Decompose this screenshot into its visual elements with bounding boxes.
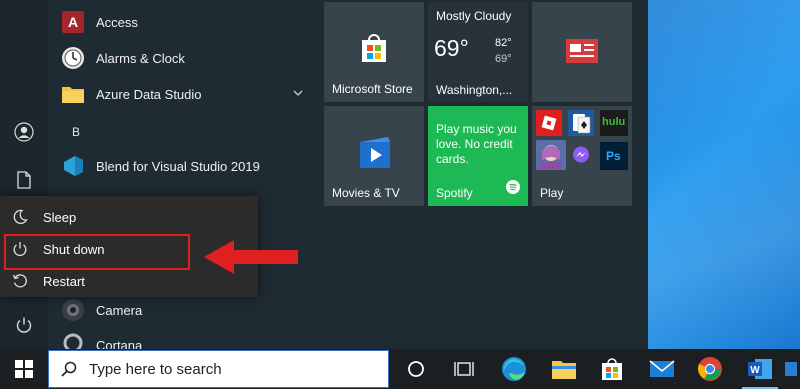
restart-label: Restart	[43, 273, 85, 289]
cortana-icon	[60, 330, 86, 349]
chrome-taskbar-button[interactable]	[686, 349, 734, 389]
app-label: Access	[96, 14, 138, 30]
store-icon	[358, 32, 390, 69]
app-access[interactable]: A Access	[60, 6, 310, 38]
mail-icon	[649, 360, 675, 377]
word-icon: W	[748, 359, 772, 379]
app-label: Cortana	[96, 338, 143, 349]
weather-low: 69°	[495, 53, 512, 65]
spotify-promo-text: Play music you love. No credit cards.	[436, 122, 517, 166]
camera-icon	[60, 297, 86, 323]
app-label: Blend for Visual Studio 2019	[96, 158, 260, 174]
tile-label: Play	[540, 186, 564, 200]
sleep-label: Sleep	[43, 209, 77, 225]
app-cortana[interactable]: Cortana	[60, 330, 310, 349]
desktop-background	[648, 0, 800, 349]
documents-icon[interactable]	[12, 168, 36, 192]
photoshop-icon: Ps	[600, 142, 628, 170]
weather-condition: Mostly Cloudy	[436, 9, 512, 23]
hulu-icon: hulu	[600, 110, 628, 136]
app-camera[interactable]: Camera	[60, 294, 310, 326]
task-view-icon	[454, 362, 474, 376]
mail-taskbar-button[interactable]	[638, 349, 686, 389]
chrome-icon	[698, 357, 722, 381]
weather-temp: 69°	[434, 35, 469, 61]
app-label: Alarms & Clock	[96, 50, 185, 66]
tile-label: Spotify	[436, 186, 473, 200]
weather-high: 82°	[495, 37, 512, 49]
app-azure-data-studio[interactable]: Azure Data Studio	[60, 78, 304, 110]
tile-weather[interactable]: Mostly Cloudy 69° 82° 69° Washington,...	[428, 2, 528, 102]
svg-text:W: W	[750, 365, 760, 376]
store-taskbar-button[interactable]	[588, 349, 636, 389]
search-placeholder: Type here to search	[89, 361, 222, 378]
tile-news[interactable]	[532, 2, 632, 102]
app-alarms-clock[interactable]: Alarms & Clock	[60, 42, 310, 74]
messenger-icon	[572, 146, 590, 169]
task-view-button[interactable]	[440, 349, 488, 389]
folder-icon	[60, 81, 86, 107]
windows-logo-icon	[15, 360, 33, 378]
search-icon	[61, 361, 77, 382]
app-blend-vs[interactable]: Blend for Visual Studio 2019	[60, 150, 310, 182]
highlight-box	[4, 234, 190, 270]
section-letter-b[interactable]: B	[72, 125, 80, 139]
overflow-taskbar-button[interactable]	[782, 349, 800, 389]
moon-icon	[0, 209, 40, 225]
edge-taskbar-button[interactable]	[490, 349, 538, 389]
tile-movies-tv[interactable]: Movies & TV	[324, 106, 424, 206]
news-icon	[565, 38, 599, 69]
game-avatar-icon	[536, 140, 566, 170]
windows-start-button[interactable]	[0, 349, 48, 389]
edge-icon	[502, 357, 526, 381]
circle-icon	[408, 361, 424, 377]
tile-play[interactable]: hulu Ps Play	[532, 106, 632, 206]
arrow-annotation	[204, 240, 298, 274]
weather-location: Washington,...	[436, 83, 513, 97]
file-explorer-taskbar-button[interactable]	[540, 349, 588, 389]
power-icon[interactable]	[12, 313, 36, 337]
chevron-down-icon[interactable]	[292, 87, 304, 102]
user-icon[interactable]	[12, 120, 36, 144]
clock-icon	[60, 45, 86, 71]
svg-text:A: A	[68, 14, 78, 30]
access-icon: A	[60, 9, 86, 35]
spotify-icon	[506, 180, 520, 199]
tile-spotify[interactable]: Play music you love. No credit cards. Sp…	[428, 106, 528, 206]
sleep-option[interactable]: Sleep	[0, 201, 258, 233]
store-icon	[602, 358, 622, 380]
restart-icon	[0, 273, 40, 289]
app-label: Camera	[96, 302, 143, 318]
file-explorer-icon	[552, 361, 576, 379]
movies-tv-icon	[358, 136, 392, 175]
word-taskbar-button[interactable]: W	[736, 349, 784, 389]
app-edge-icon	[785, 362, 797, 376]
solitaire-icon	[568, 110, 594, 136]
cortana-button[interactable]	[392, 349, 440, 389]
taskbar-search-box[interactable]: Type here to search	[48, 350, 389, 388]
blend-icon	[60, 153, 86, 179]
tile-microsoft-store[interactable]: Microsoft Store	[324, 2, 424, 102]
tile-label: Movies & TV	[332, 186, 400, 200]
tile-label: Microsoft Store	[332, 82, 413, 96]
app-label: Azure Data Studio	[96, 86, 202, 102]
roblox-icon	[536, 110, 562, 136]
